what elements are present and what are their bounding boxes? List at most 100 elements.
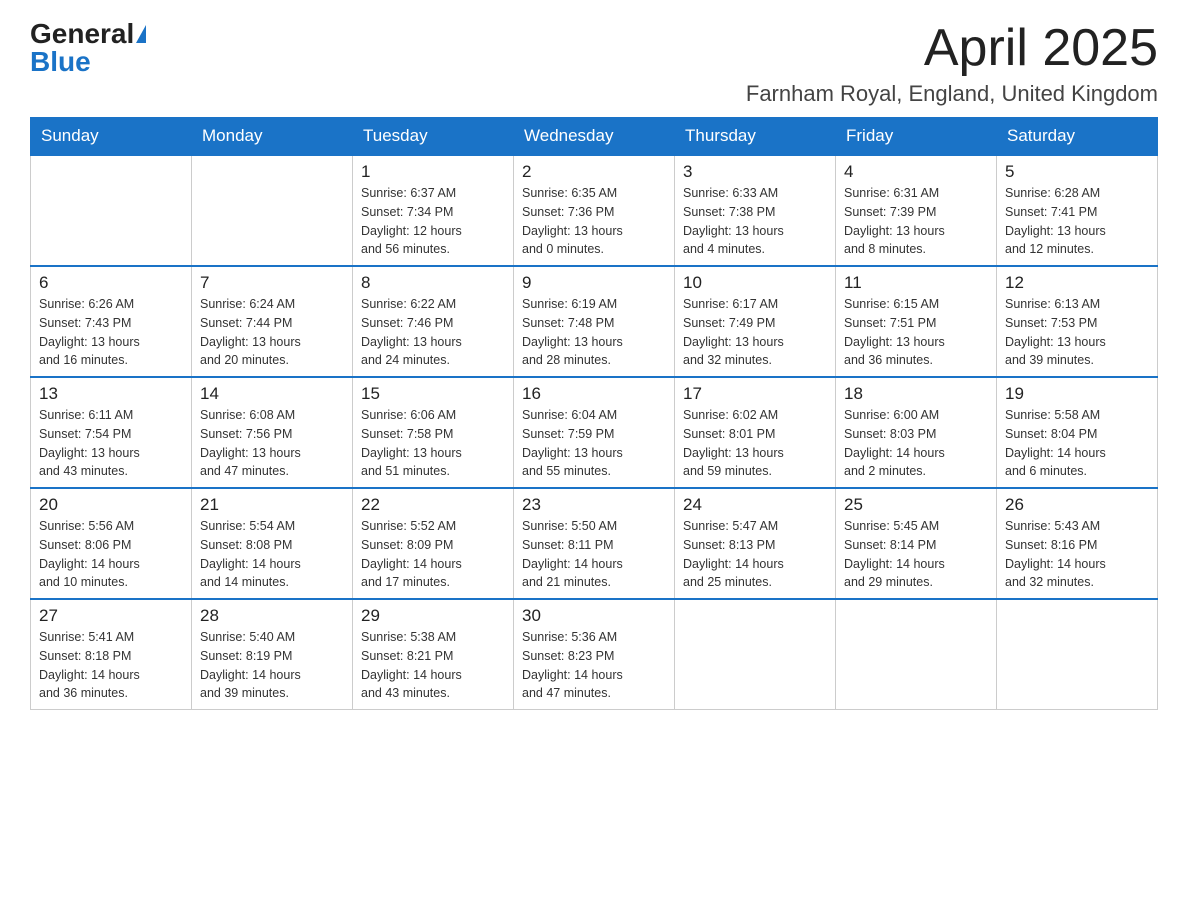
- calendar-cell: [31, 155, 192, 266]
- calendar-cell: 3Sunrise: 6:33 AM Sunset: 7:38 PM Daylig…: [675, 155, 836, 266]
- calendar-cell: 7Sunrise: 6:24 AM Sunset: 7:44 PM Daylig…: [192, 266, 353, 377]
- day-info: Sunrise: 5:56 AM Sunset: 8:06 PM Dayligh…: [39, 517, 183, 592]
- day-info: Sunrise: 5:50 AM Sunset: 8:11 PM Dayligh…: [522, 517, 666, 592]
- day-info: Sunrise: 6:11 AM Sunset: 7:54 PM Dayligh…: [39, 406, 183, 481]
- day-info: Sunrise: 5:38 AM Sunset: 8:21 PM Dayligh…: [361, 628, 505, 703]
- logo-blue-text: Blue: [30, 48, 91, 76]
- week-row-4: 20Sunrise: 5:56 AM Sunset: 8:06 PM Dayli…: [31, 488, 1158, 599]
- calendar-cell: 29Sunrise: 5:38 AM Sunset: 8:21 PM Dayli…: [353, 599, 514, 710]
- calendar-table: SundayMondayTuesdayWednesdayThursdayFrid…: [30, 117, 1158, 710]
- day-number: 28: [200, 606, 344, 626]
- day-info: Sunrise: 6:26 AM Sunset: 7:43 PM Dayligh…: [39, 295, 183, 370]
- day-number: 6: [39, 273, 183, 293]
- calendar-cell: 27Sunrise: 5:41 AM Sunset: 8:18 PM Dayli…: [31, 599, 192, 710]
- day-info: Sunrise: 5:54 AM Sunset: 8:08 PM Dayligh…: [200, 517, 344, 592]
- day-number: 24: [683, 495, 827, 515]
- day-info: Sunrise: 5:47 AM Sunset: 8:13 PM Dayligh…: [683, 517, 827, 592]
- day-info: Sunrise: 6:08 AM Sunset: 7:56 PM Dayligh…: [200, 406, 344, 481]
- calendar-cell: 15Sunrise: 6:06 AM Sunset: 7:58 PM Dayli…: [353, 377, 514, 488]
- week-row-5: 27Sunrise: 5:41 AM Sunset: 8:18 PM Dayli…: [31, 599, 1158, 710]
- logo: General Blue: [30, 20, 146, 76]
- weekday-header-sunday: Sunday: [31, 118, 192, 156]
- calendar-cell: 17Sunrise: 6:02 AM Sunset: 8:01 PM Dayli…: [675, 377, 836, 488]
- calendar-cell: 25Sunrise: 5:45 AM Sunset: 8:14 PM Dayli…: [836, 488, 997, 599]
- weekday-header-monday: Monday: [192, 118, 353, 156]
- day-number: 2: [522, 162, 666, 182]
- logo-triangle-icon: [136, 25, 146, 43]
- day-number: 27: [39, 606, 183, 626]
- week-row-2: 6Sunrise: 6:26 AM Sunset: 7:43 PM Daylig…: [31, 266, 1158, 377]
- day-number: 5: [1005, 162, 1149, 182]
- day-number: 1: [361, 162, 505, 182]
- day-number: 19: [1005, 384, 1149, 404]
- calendar-cell: 11Sunrise: 6:15 AM Sunset: 7:51 PM Dayli…: [836, 266, 997, 377]
- weekday-header-thursday: Thursday: [675, 118, 836, 156]
- calendar-cell: 16Sunrise: 6:04 AM Sunset: 7:59 PM Dayli…: [514, 377, 675, 488]
- day-info: Sunrise: 6:37 AM Sunset: 7:34 PM Dayligh…: [361, 184, 505, 259]
- weekday-header-row: SundayMondayTuesdayWednesdayThursdayFrid…: [31, 118, 1158, 156]
- day-info: Sunrise: 6:33 AM Sunset: 7:38 PM Dayligh…: [683, 184, 827, 259]
- day-number: 26: [1005, 495, 1149, 515]
- day-number: 29: [361, 606, 505, 626]
- day-info: Sunrise: 5:40 AM Sunset: 8:19 PM Dayligh…: [200, 628, 344, 703]
- day-info: Sunrise: 6:00 AM Sunset: 8:03 PM Dayligh…: [844, 406, 988, 481]
- calendar-cell: 20Sunrise: 5:56 AM Sunset: 8:06 PM Dayli…: [31, 488, 192, 599]
- calendar-cell: [675, 599, 836, 710]
- calendar-cell: 23Sunrise: 5:50 AM Sunset: 8:11 PM Dayli…: [514, 488, 675, 599]
- day-info: Sunrise: 6:22 AM Sunset: 7:46 PM Dayligh…: [361, 295, 505, 370]
- day-info: Sunrise: 6:24 AM Sunset: 7:44 PM Dayligh…: [200, 295, 344, 370]
- calendar-cell: [997, 599, 1158, 710]
- day-number: 22: [361, 495, 505, 515]
- calendar-cell: 30Sunrise: 5:36 AM Sunset: 8:23 PM Dayli…: [514, 599, 675, 710]
- calendar-cell: 4Sunrise: 6:31 AM Sunset: 7:39 PM Daylig…: [836, 155, 997, 266]
- calendar-cell: 26Sunrise: 5:43 AM Sunset: 8:16 PM Dayli…: [997, 488, 1158, 599]
- day-number: 4: [844, 162, 988, 182]
- day-info: Sunrise: 5:41 AM Sunset: 8:18 PM Dayligh…: [39, 628, 183, 703]
- day-number: 10: [683, 273, 827, 293]
- calendar-cell: 5Sunrise: 6:28 AM Sunset: 7:41 PM Daylig…: [997, 155, 1158, 266]
- calendar-cell: 28Sunrise: 5:40 AM Sunset: 8:19 PM Dayli…: [192, 599, 353, 710]
- day-number: 7: [200, 273, 344, 293]
- calendar-cell: 13Sunrise: 6:11 AM Sunset: 7:54 PM Dayli…: [31, 377, 192, 488]
- day-info: Sunrise: 5:52 AM Sunset: 8:09 PM Dayligh…: [361, 517, 505, 592]
- day-number: 8: [361, 273, 505, 293]
- day-info: Sunrise: 6:15 AM Sunset: 7:51 PM Dayligh…: [844, 295, 988, 370]
- calendar-cell: 12Sunrise: 6:13 AM Sunset: 7:53 PM Dayli…: [997, 266, 1158, 377]
- day-number: 16: [522, 384, 666, 404]
- calendar-cell: 9Sunrise: 6:19 AM Sunset: 7:48 PM Daylig…: [514, 266, 675, 377]
- day-number: 3: [683, 162, 827, 182]
- day-info: Sunrise: 5:58 AM Sunset: 8:04 PM Dayligh…: [1005, 406, 1149, 481]
- calendar-cell: 6Sunrise: 6:26 AM Sunset: 7:43 PM Daylig…: [31, 266, 192, 377]
- calendar-cell: 24Sunrise: 5:47 AM Sunset: 8:13 PM Dayli…: [675, 488, 836, 599]
- day-info: Sunrise: 6:06 AM Sunset: 7:58 PM Dayligh…: [361, 406, 505, 481]
- calendar-cell: [192, 155, 353, 266]
- day-number: 20: [39, 495, 183, 515]
- week-row-3: 13Sunrise: 6:11 AM Sunset: 7:54 PM Dayli…: [31, 377, 1158, 488]
- day-number: 17: [683, 384, 827, 404]
- month-title: April 2025: [746, 20, 1158, 77]
- day-info: Sunrise: 5:43 AM Sunset: 8:16 PM Dayligh…: [1005, 517, 1149, 592]
- title-section: April 2025 Farnham Royal, England, Unite…: [746, 20, 1158, 107]
- day-number: 25: [844, 495, 988, 515]
- day-info: Sunrise: 6:04 AM Sunset: 7:59 PM Dayligh…: [522, 406, 666, 481]
- weekday-header-saturday: Saturday: [997, 118, 1158, 156]
- day-number: 30: [522, 606, 666, 626]
- weekday-header-tuesday: Tuesday: [353, 118, 514, 156]
- weekday-header-friday: Friday: [836, 118, 997, 156]
- calendar-cell: 18Sunrise: 6:00 AM Sunset: 8:03 PM Dayli…: [836, 377, 997, 488]
- day-number: 15: [361, 384, 505, 404]
- calendar-cell: 22Sunrise: 5:52 AM Sunset: 8:09 PM Dayli…: [353, 488, 514, 599]
- day-info: Sunrise: 6:17 AM Sunset: 7:49 PM Dayligh…: [683, 295, 827, 370]
- day-info: Sunrise: 6:19 AM Sunset: 7:48 PM Dayligh…: [522, 295, 666, 370]
- day-info: Sunrise: 6:35 AM Sunset: 7:36 PM Dayligh…: [522, 184, 666, 259]
- day-info: Sunrise: 6:13 AM Sunset: 7:53 PM Dayligh…: [1005, 295, 1149, 370]
- week-row-1: 1Sunrise: 6:37 AM Sunset: 7:34 PM Daylig…: [31, 155, 1158, 266]
- calendar-cell: 1Sunrise: 6:37 AM Sunset: 7:34 PM Daylig…: [353, 155, 514, 266]
- calendar-cell: 21Sunrise: 5:54 AM Sunset: 8:08 PM Dayli…: [192, 488, 353, 599]
- day-info: Sunrise: 6:28 AM Sunset: 7:41 PM Dayligh…: [1005, 184, 1149, 259]
- day-number: 14: [200, 384, 344, 404]
- weekday-header-wednesday: Wednesday: [514, 118, 675, 156]
- day-info: Sunrise: 5:45 AM Sunset: 8:14 PM Dayligh…: [844, 517, 988, 592]
- calendar-cell: 8Sunrise: 6:22 AM Sunset: 7:46 PM Daylig…: [353, 266, 514, 377]
- calendar-cell: [836, 599, 997, 710]
